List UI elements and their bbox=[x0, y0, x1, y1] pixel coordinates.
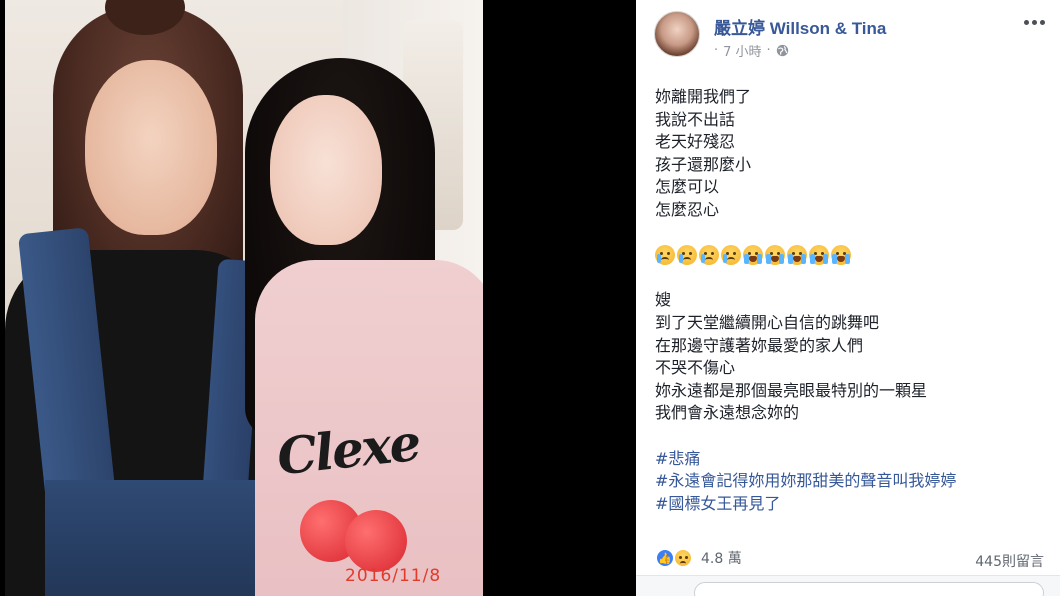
post-line: 不哭不傷心 bbox=[655, 358, 736, 378]
post-photo[interactable]: Clexe 2016/11/8 bbox=[5, 0, 483, 596]
post-time[interactable]: 7 小時 bbox=[723, 41, 761, 60]
post-panel: 嚴立婷 Willson & Tina · 7 小時 · 妳離開我們了 我說不出話… bbox=[636, 0, 1060, 596]
post-line: 我們會永遠想念妳的 bbox=[655, 403, 800, 423]
hashtag-link[interactable]: #國標女王再見了 bbox=[655, 493, 1045, 516]
post-line: 在那邊守護著妳最愛的家人們 bbox=[655, 335, 864, 355]
more-options-icon[interactable] bbox=[1020, 12, 1048, 32]
post-line: 孩子還那麼小 bbox=[655, 154, 752, 174]
comment-count[interactable]: 445則留言 bbox=[975, 551, 1044, 571]
post-line: 怎麼忍心 bbox=[655, 199, 720, 219]
hashtag-link[interactable]: #悲痛 bbox=[655, 448, 1045, 471]
post-body: 妳離開我們了 我說不出話 老天好殘忍 孩子還那麼小 怎麼可以 怎麼忍心 嫂 到了… bbox=[655, 86, 1045, 515]
post-line: 嫂 bbox=[655, 290, 672, 310]
crying-face-icon bbox=[677, 245, 697, 266]
reaction-summary[interactable]: 👍 4.8 萬 bbox=[655, 548, 742, 568]
sad-reaction-icon bbox=[673, 548, 693, 568]
sweater-cherry-print bbox=[300, 480, 410, 580]
post-line: 妳永遠都是那個最亮眼最特別的一顆星 bbox=[655, 380, 928, 400]
loudly-crying-face-icon bbox=[787, 245, 807, 266]
globe-icon[interactable] bbox=[776, 44, 789, 57]
post-line: 到了天堂繼續開心自信的跳舞吧 bbox=[655, 312, 880, 332]
comment-bar bbox=[636, 576, 1060, 596]
post-line: 我說不出話 bbox=[655, 109, 736, 129]
post-line: 老天好殘忍 bbox=[655, 132, 736, 152]
person-left-overalls bbox=[45, 480, 285, 596]
crying-face-icon bbox=[655, 245, 675, 266]
photo-area: Clexe 2016/11/8 bbox=[0, 0, 636, 596]
reaction-count[interactable]: 4.8 萬 bbox=[701, 548, 742, 568]
author-avatar[interactable] bbox=[654, 11, 700, 57]
person-left-face bbox=[85, 60, 217, 235]
loudly-crying-face-icon bbox=[809, 245, 829, 266]
author-name[interactable]: 嚴立婷 Willson & Tina bbox=[714, 14, 886, 39]
post-separator: · bbox=[714, 43, 719, 58]
hashtag-link[interactable]: #永遠會記得妳用妳那甜美的聲音叫我婷婷 bbox=[655, 470, 1045, 493]
post-meta: · 7 小時 · bbox=[714, 41, 789, 60]
post-separator: · bbox=[766, 43, 771, 58]
comment-input[interactable] bbox=[694, 582, 1044, 596]
loudly-crying-face-icon bbox=[831, 245, 851, 266]
post-line: 妳離開我們了 bbox=[655, 87, 752, 106]
loudly-crying-face-icon bbox=[765, 245, 785, 266]
loudly-crying-face-icon bbox=[743, 245, 763, 266]
emoji-row bbox=[655, 244, 1045, 267]
crying-face-icon bbox=[721, 245, 741, 266]
crying-face-icon bbox=[699, 245, 719, 266]
person-right-face bbox=[270, 95, 382, 245]
like-reaction-icon: 👍 bbox=[655, 548, 675, 568]
photo-date-stamp: 2016/11/8 bbox=[345, 566, 442, 586]
post-line: 怎麼可以 bbox=[655, 177, 720, 197]
